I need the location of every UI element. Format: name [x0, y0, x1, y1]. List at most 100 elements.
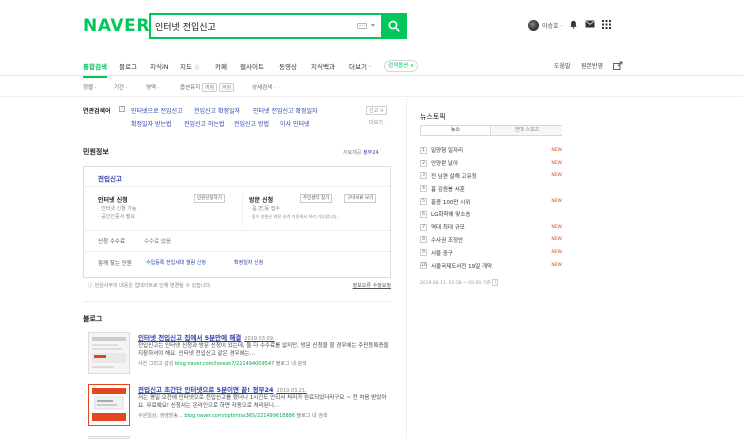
- assoc-link[interactable]: 수입등록 전입세대 열람 신청: [146, 259, 206, 266]
- related-searches: 연관검색어 ? 인터넷으로 전입신고 전입신고 확정일자 인터넷 전입신고 확정…: [83, 106, 391, 136]
- related-title: 연관검색어: [83, 108, 111, 115]
- settings-link[interactable]: 원본반영: [581, 61, 603, 70]
- filter-detail[interactable]: 상세검색 ·: [252, 83, 276, 91]
- error-report-link[interactable]: 정보오류 수정요청: [353, 282, 391, 289]
- blog-title[interactable]: 인터넷 전입신고 집에서 5분만에 해결 2019.03.09.: [138, 332, 275, 342]
- mail-icon[interactable]: [585, 20, 595, 30]
- blog-url[interactable]: blog.naver.com/optimiss365/221499618886: [184, 413, 295, 419]
- search-input[interactable]: [155, 18, 345, 35]
- new-badge: NEW: [551, 237, 562, 243]
- bell-icon[interactable]: [569, 20, 578, 31]
- blog-result: 전입신고 초간단 인터넷으로 5분이면 끝! 정부24 2019.03.21. 저…: [83, 384, 391, 436]
- blog-source[interactable]: 수원일상, 생생방송...: [138, 413, 183, 419]
- blog-inner-search[interactable]: 블로그 내 검색: [297, 413, 328, 419]
- info-icon[interactable]: ?: [492, 279, 499, 286]
- tab-more[interactable]: 더보기 ·: [349, 61, 371, 71]
- related-item[interactable]: 인터넷 전입신고 확정일자: [253, 106, 318, 115]
- blog-inner-search[interactable]: 블로그 내 검색: [276, 361, 307, 367]
- related-report-button[interactable]: 신고 ×: [366, 106, 387, 115]
- find-center-button[interactable]: 주민센터 찾기: [300, 194, 333, 203]
- news-item[interactable]: 10 서울국제도서전 19일 개막 NEW: [420, 259, 562, 272]
- news-rank: 7: [420, 223, 427, 231]
- tab-cafe[interactable]: 카페: [215, 61, 227, 71]
- blog-url[interactable]: blog.naver.com/lovesk7/221494009547: [175, 361, 274, 367]
- blog-date: 2019.03.09.: [244, 336, 275, 342]
- news-text: 홍콩 100만 시위: [431, 199, 471, 206]
- related-item[interactable]: 전입신고 하는법: [184, 119, 225, 128]
- related-more-link[interactable]: 더보기 ·: [369, 119, 386, 126]
- blog-description: 저는 평일 오전에 인터넷으로 전입신고를 했더니 1시간도 안되서 처리가 완…: [138, 395, 387, 409]
- autocomplete-toggle-icon[interactable]: [371, 24, 375, 27]
- news-item[interactable]: 3 전 남편 살해 고유정 NEW: [420, 170, 562, 183]
- news-item[interactable]: 2 안양판 날아 NEW: [420, 157, 562, 170]
- filter-option-keep: 옵션유지 꺼짐 켜짐: [180, 83, 235, 92]
- new-badge: NEW: [551, 173, 562, 179]
- civil-provider-link[interactable]: 정부24: [363, 150, 379, 156]
- related-help-icon[interactable]: ?: [119, 106, 125, 112]
- visit-note: · 읍,면,동 접수: [249, 206, 280, 212]
- help-link[interactable]: 도움말: [554, 61, 571, 70]
- tab-integrated[interactable]: 통합검색: [83, 61, 107, 78]
- share-icon[interactable]: [613, 61, 623, 72]
- tab-map[interactable]: 지도 ◎: [180, 61, 200, 71]
- blog-result: 인터넷 전입신고 집에서 5분만에 해결 2019.03.09. 전입신고는 인터…: [83, 332, 391, 384]
- related-item[interactable]: 인터넷으로 전입신고: [131, 106, 183, 115]
- tab-blog[interactable]: 블로그: [119, 61, 137, 71]
- news-text: 역대 최대 규모: [431, 225, 465, 232]
- fee-label: 신청 수수료: [98, 239, 126, 245]
- filter-sort[interactable]: 정렬 ·: [83, 83, 97, 91]
- search-button[interactable]: [381, 13, 407, 39]
- news-item[interactable]: 9 서울 중구 NEW: [420, 246, 562, 259]
- blog-title[interactable]: 전입신고 초간단 인터넷으로 5분이면 끝! 정부24 2019.03.21.: [138, 384, 307, 394]
- avatar[interactable]: [528, 19, 539, 31]
- tab-website[interactable]: 웹사이트: [240, 61, 264, 71]
- news-item[interactable]: 7 역대 최대 규모 NEW: [420, 221, 562, 234]
- online-note: · 공인인증서 필요: [98, 214, 135, 220]
- divider: [84, 186, 390, 187]
- documents-button[interactable]: 구비서류 보기: [344, 194, 377, 203]
- new-badge: NEW: [551, 160, 562, 166]
- online-apply-title: 인터넷 신청: [98, 197, 128, 204]
- filter-period[interactable]: 기간 ·: [114, 83, 128, 91]
- news-item[interactable]: 4 흉 김원봉 서훈: [420, 182, 562, 195]
- related-item[interactable]: 이사 인터넷: [280, 119, 310, 128]
- related-item[interactable]: 전입신고 확정일자: [194, 106, 240, 115]
- filter-area[interactable]: 영역 ·: [146, 83, 160, 91]
- tab-kin[interactable]: 지식iN: [150, 61, 169, 71]
- blog-thumbnail[interactable]: [88, 384, 130, 426]
- related-item[interactable]: 전입신고 방법: [234, 119, 269, 128]
- apps-grid-icon[interactable]: [602, 19, 612, 31]
- blog-thumbnail[interactable]: [88, 332, 130, 374]
- option-on-chip[interactable]: 켜짐: [218, 83, 235, 92]
- news-item[interactable]: 5 홍콩 100만 시위 NEW: [420, 195, 562, 208]
- divider: [242, 194, 243, 226]
- naver-logo[interactable]: NAVER: [83, 16, 150, 36]
- news-topic-title: 뉴스토픽: [420, 113, 446, 121]
- keyboard-icon[interactable]: [357, 23, 367, 29]
- option-keep-label: 옵션유지: [180, 85, 201, 91]
- civil-card-title[interactable]: 전입신고: [98, 173, 122, 183]
- assoc-link[interactable]: 확정일자 신청: [234, 259, 263, 266]
- option-off-chip[interactable]: 꺼짐: [202, 83, 218, 92]
- news-timestamp: 2019.06.11. 02:38 ~ 05:00 기준 ?: [420, 279, 499, 286]
- blog-source[interactable]: 사진 그리고 감성: [138, 361, 173, 367]
- new-badge: NEW: [551, 224, 562, 230]
- news-tab-entertainment[interactable]: 연예 스포츠: [492, 126, 562, 135]
- online-apply-button[interactable]: 민원신청하기: [194, 194, 225, 203]
- blog-thumbnail-image: [89, 385, 129, 425]
- civil-notice: ⓘ 민원사무의 내용은 업데이트로 인해 변경될 수 있습니다.: [88, 283, 212, 289]
- news-item[interactable]: 6 LG화학에 맞소송: [420, 208, 562, 221]
- news-tab-news[interactable]: 뉴스: [421, 126, 491, 135]
- news-item[interactable]: 1 밀양형 일자리 NEW: [420, 144, 562, 157]
- search-option-button[interactable]: 검색옵션 ∧: [384, 60, 419, 72]
- news-text: 안양판 날아: [431, 161, 459, 168]
- user-name[interactable]: 이승호 ·: [542, 21, 562, 30]
- divider: [83, 301, 391, 302]
- related-item[interactable]: 확정일자 받는법: [131, 119, 172, 128]
- news-text: 흉 김원봉 서훈: [431, 186, 465, 193]
- tab-knowledge[interactable]: 지식백과: [311, 61, 335, 71]
- news-rank: 4: [420, 185, 427, 193]
- tab-video[interactable]: 동영상: [279, 61, 297, 71]
- news-item[interactable]: 8 수사권 조정안 NEW: [420, 234, 562, 247]
- header: NAVER 이승호 ·: [0, 0, 743, 50]
